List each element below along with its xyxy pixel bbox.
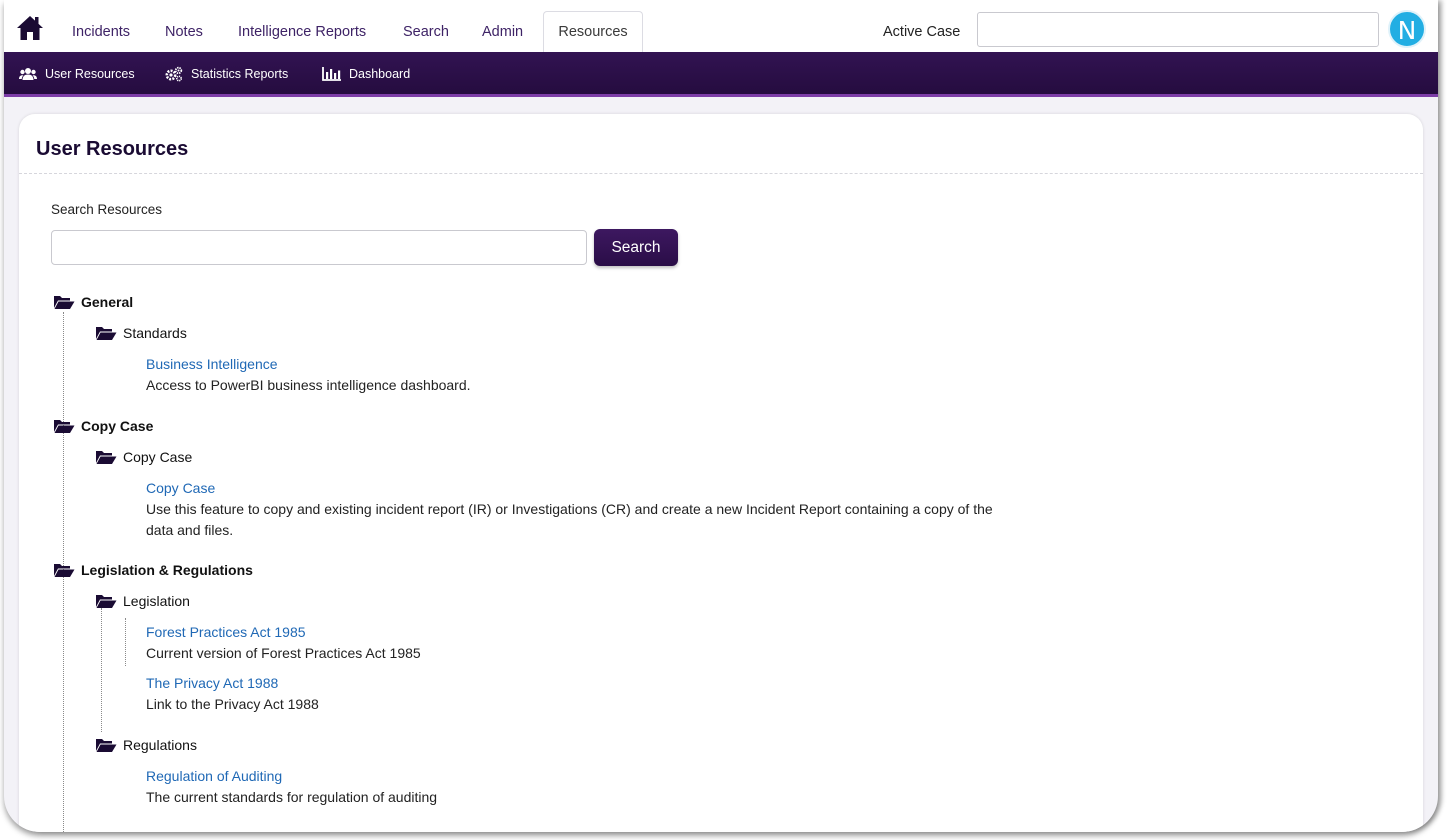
subnav-statistics-reports[interactable]: Statistics Reports	[165, 64, 288, 84]
gears-icon	[165, 66, 183, 82]
folder-legislation[interactable]: Legislation	[95, 591, 190, 611]
resource-description: Current version of Forest Practices Act …	[146, 645, 421, 661]
tab-intelligence-reports[interactable]: Intelligence Reports	[238, 13, 366, 51]
tree-line	[101, 608, 102, 732]
subnav-dashboard[interactable]: Dashboard	[322, 64, 410, 84]
subnav-user-resources[interactable]: User Resources	[19, 64, 135, 84]
subnav-label: Dashboard	[349, 67, 411, 81]
resource-description: Link to the Privacy Act 1988	[146, 696, 319, 712]
resources-card: User Resources Search Resources Search G…	[19, 114, 1423, 832]
resource-link-business-intelligence[interactable]: Business Intelligence	[146, 356, 278, 372]
folder-label: Copy Case	[123, 449, 193, 465]
folder-open-icon	[54, 420, 75, 433]
resource-link-copy-case[interactable]: Copy Case	[146, 480, 215, 496]
divider	[19, 173, 1423, 174]
active-case-label: Active Case	[883, 24, 961, 40]
folder-label: Legislation	[123, 593, 190, 609]
active-case-input[interactable]	[977, 12, 1379, 47]
folder-copy-case-sub[interactable]: Copy Case	[95, 447, 192, 467]
home-icon[interactable]	[16, 14, 44, 42]
folder-standards[interactable]: Standards	[95, 323, 187, 343]
tab-resources[interactable]: Resources	[543, 11, 643, 52]
subnav-label: User Resources	[45, 67, 135, 81]
resource-link-privacy-act[interactable]: The Privacy Act 1988	[146, 675, 278, 691]
resource-description: The current standards for regulation of …	[146, 789, 438, 805]
folder-open-icon	[54, 564, 75, 577]
folder-open-icon	[96, 451, 117, 464]
folder-legislation-regulations[interactable]: Legislation & Regulations	[53, 560, 253, 580]
folder-label: Regulations	[123, 737, 197, 753]
folder-label: Legislation & Regulations	[81, 562, 253, 578]
search-label: Search Resources	[51, 202, 163, 217]
folder-label: Copy Case	[81, 418, 154, 434]
tab-search[interactable]: Search	[403, 13, 449, 51]
resource-description: Use this feature to copy and existing in…	[146, 501, 993, 538]
folder-label: Standards	[123, 325, 187, 341]
tab-incidents[interactable]: Incidents	[72, 13, 130, 51]
top-navbar: Incidents Notes Intelligence Reports Sea…	[4, 0, 1438, 52]
bar-chart-icon	[322, 67, 341, 81]
folder-general[interactable]: General	[53, 292, 133, 312]
avatar[interactable]: N	[1388, 10, 1426, 48]
users-icon	[19, 68, 37, 80]
subnav-label: Statistics Reports	[191, 67, 289, 81]
folder-open-icon	[54, 296, 75, 309]
tab-admin[interactable]: Admin	[482, 13, 523, 51]
folder-open-icon	[96, 327, 117, 340]
search-input[interactable]	[51, 230, 587, 265]
folder-open-icon	[96, 595, 117, 608]
folder-open-icon	[96, 739, 117, 752]
resource-description: Access to PowerBI business intelligence …	[146, 377, 471, 393]
search-button[interactable]: Search	[594, 229, 678, 266]
folder-label: General	[81, 294, 134, 310]
resource-link-forest-practices-act[interactable]: Forest Practices Act 1985	[146, 624, 306, 640]
resource-link-regulation-of-auditing[interactable]: Regulation of Auditing	[146, 768, 282, 784]
tab-notes[interactable]: Notes	[165, 13, 203, 51]
folder-regulations[interactable]: Regulations	[95, 735, 197, 755]
sub-navbar: User Resources Statistics Reports Dashbo…	[4, 52, 1438, 97]
folder-copy-case[interactable]: Copy Case	[53, 416, 153, 436]
page-title: User Resources	[36, 138, 189, 160]
app-window: Incidents Notes Intelligence Reports Sea…	[4, 0, 1438, 832]
tree-line	[125, 618, 126, 666]
